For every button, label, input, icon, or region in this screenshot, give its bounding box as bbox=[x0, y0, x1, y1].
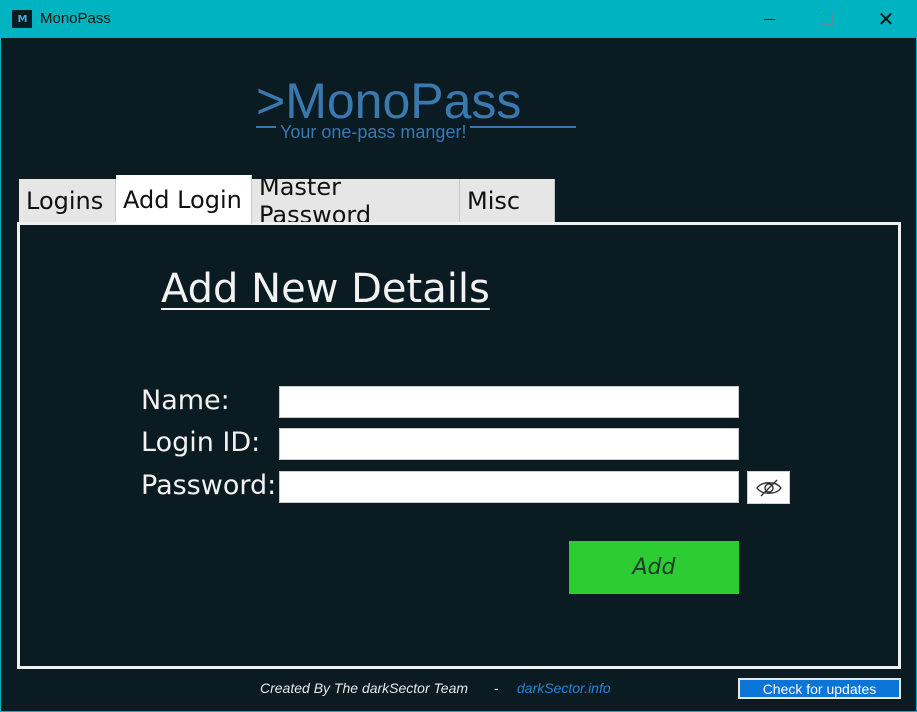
tab-logins[interactable]: Logins bbox=[19, 179, 116, 222]
name-field[interactable] bbox=[279, 386, 739, 418]
logo-dash bbox=[256, 126, 274, 128]
footer-credit: Created By The darkSector Team bbox=[260, 680, 469, 696]
login-id-label: Login ID: bbox=[141, 427, 261, 458]
toggle-password-visibility-button[interactable] bbox=[747, 471, 790, 504]
window-title: MonoPass bbox=[40, 10, 111, 27]
maximize-button[interactable] bbox=[798, 0, 856, 38]
tab-master-password[interactable]: Master Password bbox=[252, 173, 460, 229]
logo-subtitle: Your one-pass manger! bbox=[276, 122, 471, 143]
maximize-icon bbox=[821, 13, 833, 25]
password-field[interactable] bbox=[279, 471, 739, 503]
eye-slash-icon bbox=[755, 479, 782, 496]
close-icon: ✕ bbox=[877, 7, 895, 31]
title-bar: M MonoPass ✕ bbox=[0, 0, 917, 38]
app-icon: M bbox=[12, 10, 32, 28]
close-button[interactable]: ✕ bbox=[857, 0, 915, 38]
tab-misc[interactable]: Misc bbox=[460, 179, 555, 222]
name-label: Name: bbox=[141, 385, 230, 416]
minimize-icon bbox=[763, 18, 775, 20]
minimize-button[interactable] bbox=[740, 0, 798, 38]
page-heading: Add New Details bbox=[161, 266, 490, 312]
website-link[interactable]: darkSector.info bbox=[517, 680, 611, 696]
footer-separator: - bbox=[494, 680, 499, 696]
password-label: Password: bbox=[141, 470, 277, 501]
login-id-field[interactable] bbox=[279, 428, 739, 460]
check-for-updates-button[interactable]: Check for updates bbox=[738, 678, 901, 699]
tab-add-login[interactable]: Add Login bbox=[116, 175, 252, 224]
add-button[interactable]: Add bbox=[569, 541, 739, 594]
